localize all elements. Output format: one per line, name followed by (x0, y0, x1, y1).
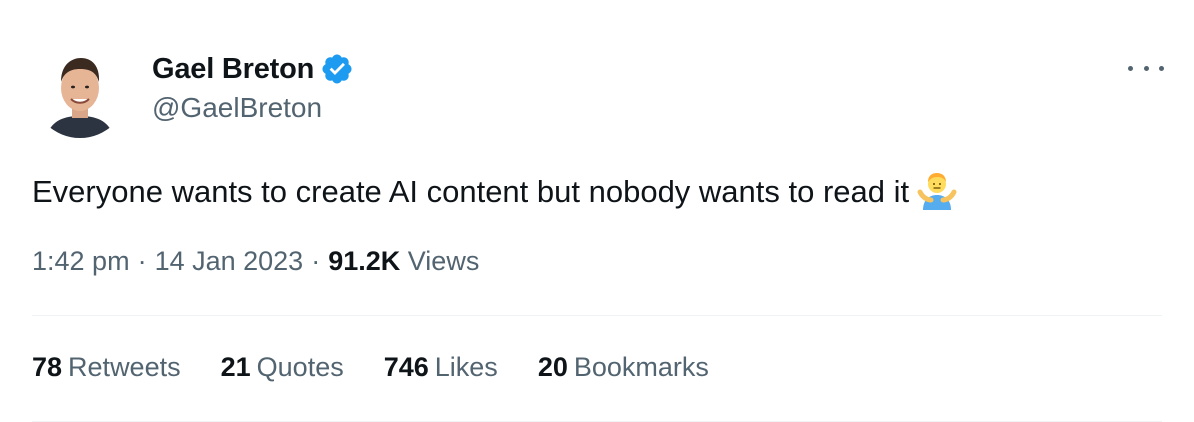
likes-count: 746 (383, 352, 429, 382)
man-shrugging-emoji-icon (917, 170, 957, 210)
tweet-text: Everyone wants to create AI content but … (32, 174, 910, 209)
retweets-label: Retweets (68, 352, 181, 382)
tweet-time[interactable]: 1:42 pm (32, 246, 130, 276)
meta-separator: · (137, 246, 147, 276)
quotes-stat[interactable]: 21 Quotes (221, 352, 344, 383)
likes-label: Likes (434, 352, 498, 382)
divider (32, 315, 1162, 316)
tweet-text-line: Everyone wants to create AI content but … (32, 170, 957, 214)
bookmarks-stat[interactable]: 20 Bookmarks (538, 352, 709, 383)
author-name-row: Gael Breton (152, 52, 354, 86)
retweets-stat[interactable]: 78 Retweets (32, 352, 181, 383)
tweet-meta: 1:42 pm · 14 Jan 2023 · 91.2K Views (32, 246, 479, 277)
more-options-icon[interactable] (1126, 56, 1166, 80)
tweet-stats: 78 Retweets 21 Quotes 746 Likes 20 Bookmarks (32, 352, 749, 383)
views-count: 91.2K (328, 246, 401, 276)
tweet-date[interactable]: 14 Jan 2023 (155, 246, 304, 276)
author-handle[interactable]: @GaelBreton (152, 92, 322, 124)
quotes-label: Quotes (256, 352, 344, 382)
tweet-card: Gael Breton @GaelBreton Everyone wants t… (0, 0, 1194, 422)
more-dot (1143, 65, 1149, 71)
retweets-count: 78 (32, 352, 63, 382)
views-label: Views (407, 246, 480, 276)
bookmarks-count: 20 (537, 352, 568, 382)
quotes-count: 21 (220, 352, 251, 382)
likes-stat[interactable]: 746 Likes (384, 352, 498, 383)
verified-badge-icon[interactable] (320, 52, 354, 86)
author-display-name[interactable]: Gael Breton (152, 53, 314, 86)
more-dot (1128, 65, 1133, 71)
meta-separator: · (311, 246, 321, 276)
avatar-portrait-icon (32, 42, 128, 138)
more-dot (1159, 65, 1164, 71)
bookmarks-label: Bookmarks (573, 352, 709, 382)
avatar[interactable] (32, 42, 128, 138)
